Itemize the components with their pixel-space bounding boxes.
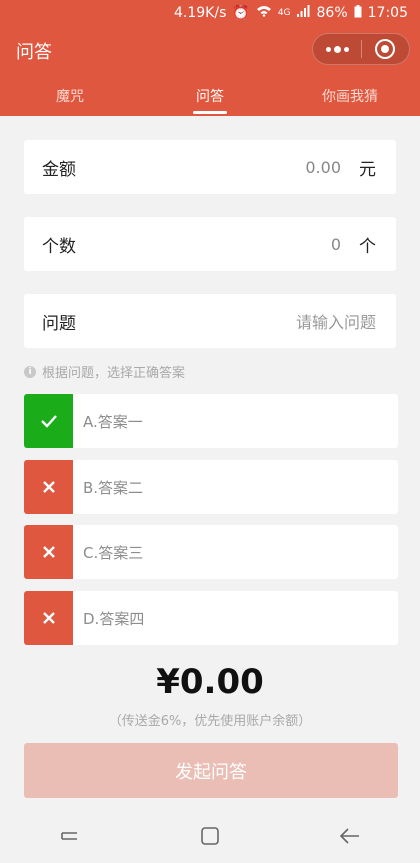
cross-icon[interactable]: [24, 591, 73, 645]
back-button[interactable]: [320, 816, 380, 856]
more-dot-icon: [325, 46, 331, 52]
answer-option-d[interactable]: D.答案四: [24, 591, 398, 645]
alarm-icon: ⏰: [232, 5, 250, 21]
count-field[interactable]: 个数 0 个: [24, 217, 396, 271]
wifi-icon: [256, 5, 272, 21]
home-button[interactable]: [180, 816, 240, 856]
battery-icon: [354, 4, 362, 22]
close-button[interactable]: [362, 34, 409, 64]
home-icon: [201, 826, 219, 845]
network-type: 4G: [277, 8, 291, 18]
tab-spell[interactable]: 魔咒: [0, 74, 140, 116]
count-unit: 个: [359, 236, 376, 257]
answer-option-a[interactable]: A.答案一: [24, 394, 398, 448]
amount-input[interactable]: 0.00: [305, 158, 341, 177]
start-qa-button[interactable]: 发起问答: [24, 743, 398, 798]
battery-percent: 86%: [316, 5, 348, 21]
cross-icon[interactable]: [24, 460, 73, 514]
cross-icon[interactable]: [24, 525, 73, 579]
tab-draw-guess[interactable]: 你画我猜: [280, 74, 420, 116]
answer-text: A.答案一: [83, 412, 143, 431]
answer-option-b[interactable]: B.答案二: [24, 460, 398, 514]
network-speed: 4.19K/s: [174, 5, 227, 21]
count-label: 个数: [42, 236, 76, 257]
status-bar: 4.19K/s ⏰ 4G 86% 17:05: [0, 0, 420, 26]
count-input[interactable]: 0: [331, 235, 341, 254]
answer-text: B.答案二: [83, 478, 144, 497]
tab-qa[interactable]: 问答: [140, 74, 280, 116]
more-dot-icon: [343, 46, 349, 52]
question-label: 问题: [42, 313, 76, 334]
system-nav-bar: [0, 808, 420, 863]
check-icon[interactable]: [24, 394, 73, 448]
signal-icon: [296, 5, 311, 21]
amount-unit: 元: [359, 159, 376, 180]
clock: 17:05: [367, 5, 408, 21]
more-dot-icon: [333, 45, 341, 53]
more-button[interactable]: [313, 34, 361, 64]
mini-program-capsule: [312, 33, 410, 65]
page-title: 问答: [16, 42, 52, 63]
answer-text: D.答案四: [83, 609, 145, 628]
answer-hint: i 根据问题，选择正确答案: [24, 362, 185, 381]
total-amount: ¥0.00: [156, 662, 264, 702]
amount-label: 金额: [42, 159, 76, 180]
back-arrow-icon: [339, 827, 359, 844]
amount-field[interactable]: 金额 0.00 元: [24, 140, 396, 194]
info-icon: i: [24, 365, 36, 378]
tab-bar: 魔咒 问答 你画我猜: [0, 74, 420, 116]
question-field[interactable]: 问题 请输入问题: [24, 294, 396, 348]
question-input[interactable]: 请输入问题: [296, 309, 376, 333]
title-bar: 问答: [0, 26, 420, 74]
recent-apps-button[interactable]: [40, 816, 100, 856]
hint-text: 根据问题，选择正确答案: [42, 366, 186, 381]
fee-note: （传送金6%，优先使用账户余额）: [108, 714, 312, 729]
close-target-icon: [375, 39, 396, 59]
answer-option-c[interactable]: C.答案三: [24, 525, 398, 579]
answer-text: C.答案三: [83, 543, 144, 562]
recent-apps-icon: [61, 831, 77, 840]
